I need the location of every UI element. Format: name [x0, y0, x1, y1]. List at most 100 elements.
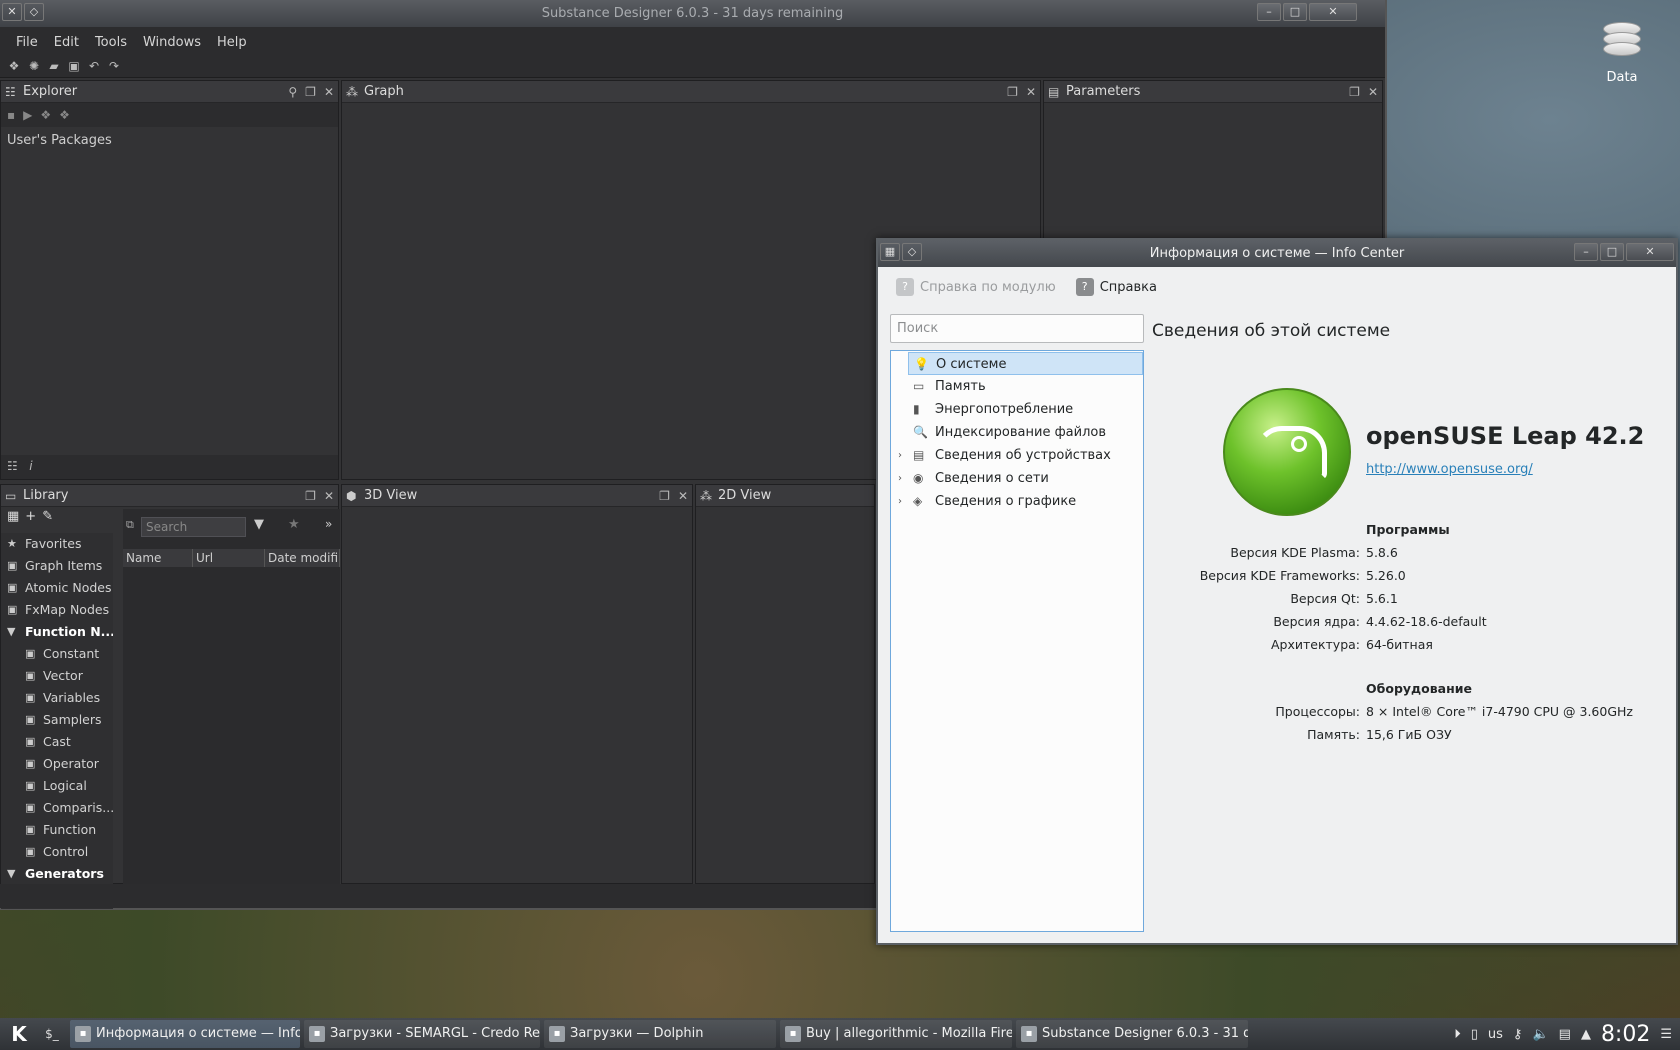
tree-item[interactable]: ▭ Память: [891, 375, 1143, 398]
col-url[interactable]: Url: [193, 549, 265, 567]
taskbar-task[interactable]: ▪ Информация о системе — Info C...: [70, 1020, 300, 1048]
tray-expand-icon[interactable]: ▲: [1581, 1027, 1591, 1042]
menu-help[interactable]: Help: [209, 27, 255, 54]
module-help-button[interactable]: ? Справка по модулю: [896, 278, 1056, 296]
close-button[interactable]: ✕: [1626, 243, 1674, 261]
minimize-button[interactable]: –: [1257, 3, 1281, 21]
more-icon[interactable]: »: [325, 517, 332, 531]
tree-item[interactable]: › ◉ Сведения о сети: [891, 467, 1143, 490]
keep-above-icon[interactable]: ◇: [902, 243, 922, 261]
volume-icon[interactable]: 🔈: [1532, 1027, 1548, 1042]
library-item[interactable]: ▣ Samplers: [1, 709, 113, 731]
expand-arrow-icon[interactable]: ›: [898, 444, 902, 467]
usb-icon[interactable]: ⚷: [1513, 1027, 1523, 1042]
close-icon[interactable]: ✕: [324, 81, 334, 103]
float-icon[interactable]: ❐: [305, 485, 316, 507]
open-icon[interactable]: ▰: [46, 59, 62, 73]
taskbar-task[interactable]: ▪ Загрузки - SEMARGL - Credo Revo...: [304, 1020, 540, 1048]
library-folder-icon[interactable]: ▦: [7, 509, 19, 531]
ic-search-input[interactable]: Поиск: [890, 314, 1144, 343]
keyboard-layout[interactable]: us: [1488, 1027, 1503, 1042]
close-icon[interactable]: ✕: [1026, 81, 1036, 103]
new-package-icon[interactable]: ❖: [6, 59, 22, 73]
media-player-icon[interactable]: ⏵: [1454, 1027, 1461, 1042]
library-item[interactable]: ▣ Vector: [1, 665, 113, 687]
minimize-button[interactable]: –: [1574, 243, 1598, 261]
clipboard-icon[interactable]: ▯: [1471, 1027, 1478, 1042]
desktop-data-icon[interactable]: Data: [1592, 22, 1652, 85]
redo-icon[interactable]: ↷: [106, 59, 122, 73]
library-item[interactable]: ▣ Variables: [1, 687, 113, 709]
col-name[interactable]: Name: [123, 549, 193, 567]
expand-arrow-icon[interactable]: ›: [898, 467, 902, 490]
library-item[interactable]: ▣ Constant: [1, 643, 113, 665]
add-icon[interactable]: +: [25, 509, 36, 531]
library-item[interactable]: ▣ Comparis...: [1, 797, 113, 819]
maximize-button[interactable]: □: [1283, 3, 1307, 21]
library-item[interactable]: ▣ Cast: [1, 731, 113, 753]
undo-icon[interactable]: ↶: [86, 59, 102, 73]
pin-icon[interactable]: ⚲: [288, 81, 297, 103]
float-icon[interactable]: ❐: [305, 81, 316, 103]
tree-item[interactable]: › ◈ Сведения о графике: [891, 490, 1143, 513]
close-icon[interactable]: ✕: [324, 485, 334, 507]
application-launcher[interactable]: K: [0, 1018, 38, 1050]
library-item[interactable]: ▼ Generators: [1, 863, 113, 885]
col-date[interactable]: Date modifi: [265, 549, 340, 567]
menu-tools[interactable]: Tools: [87, 27, 135, 54]
library-item[interactable]: ▣ Operator: [1, 753, 113, 775]
save-icon[interactable]: ▣: [66, 59, 82, 73]
favorite-star-icon[interactable]: ★: [288, 517, 300, 532]
tree-item[interactable]: 🔍 Индексирование файлов: [891, 421, 1143, 444]
ic-titlebar[interactable]: ▦ ◇ Информация о системе — Info Center – …: [878, 240, 1676, 267]
tree-item-label: О системе: [936, 357, 1007, 372]
expand-arrow-icon[interactable]: ›: [898, 490, 902, 513]
tree-item[interactable]: › ▤ Сведения об устройствах: [891, 444, 1143, 467]
save-package-icon[interactable]: ▪: [7, 108, 15, 122]
library-item[interactable]: ▣ FxMap Nodes: [1, 599, 113, 621]
maximize-button[interactable]: □: [1600, 243, 1624, 261]
sd-titlebar[interactable]: ✕ ◇ Substance Designer 6.0.3 - 31 days re…: [0, 0, 1385, 27]
library-item[interactable]: ▣ Atomic Nodes: [1, 577, 113, 599]
keep-above-icon[interactable]: ◇: [24, 3, 44, 21]
filter-icon[interactable]: ▼: [254, 517, 264, 532]
terminal-icon[interactable]: $_: [38, 1022, 66, 1046]
panel-menu-icon[interactable]: ☰: [1660, 1027, 1672, 1042]
library-item[interactable]: ▼ Function N...: [1, 621, 113, 643]
float-icon[interactable]: ❐: [659, 485, 670, 507]
library-item[interactable]: ▣ Logical: [1, 775, 113, 797]
tree-item[interactable]: 💡 О системе: [908, 352, 1143, 375]
taskbar-task[interactable]: ▪ Buy | allegorithmic - Mozilla Firefox: [780, 1020, 1012, 1048]
taskbar-task[interactable]: ▪ Substance Designer 6.0.3 - 31 day...: [1016, 1020, 1248, 1048]
library-item[interactable]: ★ Favorites: [1, 533, 113, 555]
library-item[interactable]: ▣ Graph Items: [1, 555, 113, 577]
close-icon[interactable]: ✕: [678, 485, 688, 507]
clock[interactable]: 8:02: [1601, 1022, 1650, 1047]
os-url-link[interactable]: http://www.opensuse.org/: [1366, 462, 1533, 477]
float-icon[interactable]: ❐: [1349, 81, 1360, 103]
close-button[interactable]: ✕: [1309, 3, 1357, 21]
taskbar-task[interactable]: ▪ Загрузки — Dolphin: [544, 1020, 776, 1048]
library-item[interactable]: ▣ Function: [1, 819, 113, 841]
play-icon[interactable]: ▶: [23, 108, 32, 122]
filter-toggle-icon[interactable]: ⧉: [126, 518, 134, 532]
float-icon[interactable]: ❐: [1007, 81, 1018, 103]
close-icon[interactable]: ✕: [1368, 81, 1378, 103]
menu-edit[interactable]: Edit: [46, 27, 87, 54]
window-menu-icon[interactable]: ▦: [880, 243, 900, 261]
publish-all-icon[interactable]: ❖: [59, 108, 70, 122]
tree-item[interactable]: ▮ Энергопотребление: [891, 398, 1143, 421]
notes-icon[interactable]: ▤: [1559, 1027, 1571, 1042]
explorer-root[interactable]: User's Packages: [1, 127, 338, 154]
menu-windows[interactable]: Windows: [135, 27, 209, 54]
edit-icon[interactable]: ✎: [42, 509, 53, 531]
library-item[interactable]: ▣ Control: [1, 841, 113, 863]
info-icon[interactable]: i: [29, 459, 32, 473]
menu-file[interactable]: File: [8, 27, 46, 54]
new-graph-icon[interactable]: ✺: [26, 59, 42, 73]
tree-icon[interactable]: ☷: [7, 459, 18, 473]
window-menu-icon[interactable]: ✕: [2, 3, 22, 21]
publish-icon[interactable]: ❖: [40, 108, 51, 122]
help-button[interactable]: ? Справка: [1075, 278, 1157, 296]
library-search-input[interactable]: Search: [141, 517, 246, 537]
